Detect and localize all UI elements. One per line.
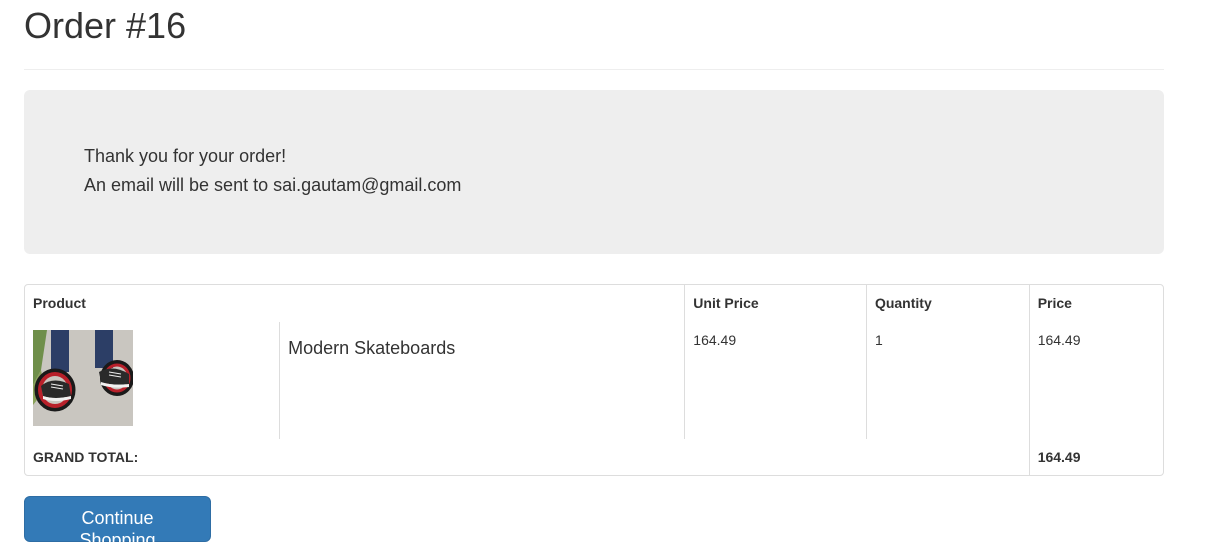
grand-total-value: 164.49 — [1028, 439, 1163, 475]
quantity-cell: 1 — [865, 322, 1030, 439]
order-confirmation-panel: Thank you for your order! An email will … — [24, 90, 1164, 254]
product-image-cell — [25, 322, 280, 439]
email-notice: An email will be sent to sai.gautam@gmai… — [84, 175, 462, 195]
column-header-quantity: Quantity — [865, 285, 1030, 322]
column-header-product: Product — [33, 295, 86, 311]
thank-you-message: Thank you for your order! — [84, 146, 287, 166]
order-table: Product Unit Price Quantity Price Modern… — [25, 285, 1163, 475]
table-header-row: Product Unit Price Quantity Price — [25, 285, 1163, 322]
continue-shopping-button[interactable]: Continue Shopping — [24, 496, 211, 550]
product-image[interactable] — [33, 330, 133, 426]
order-page: Order #16 Thank you for your order! An e… — [0, 0, 1209, 556]
grand-total-row: GRAND TOTAL: 164.49 — [25, 439, 1163, 475]
column-header-unit-price: Unit Price — [684, 285, 867, 322]
product-name: Modern Skateboards — [279, 322, 685, 439]
page-title: Order #16 — [24, 5, 187, 46]
column-header-price: Price — [1028, 285, 1163, 322]
grand-total-label: GRAND TOTAL: — [33, 449, 139, 465]
table-row: Modern Skateboards 164.49 1 164.49 — [25, 322, 1163, 439]
price-cell: 164.49 — [1028, 322, 1163, 439]
unit-price-cell: 164.49 — [684, 322, 867, 439]
title-divider — [24, 69, 1164, 70]
order-table-panel: Product Unit Price Quantity Price Modern… — [24, 284, 1164, 476]
